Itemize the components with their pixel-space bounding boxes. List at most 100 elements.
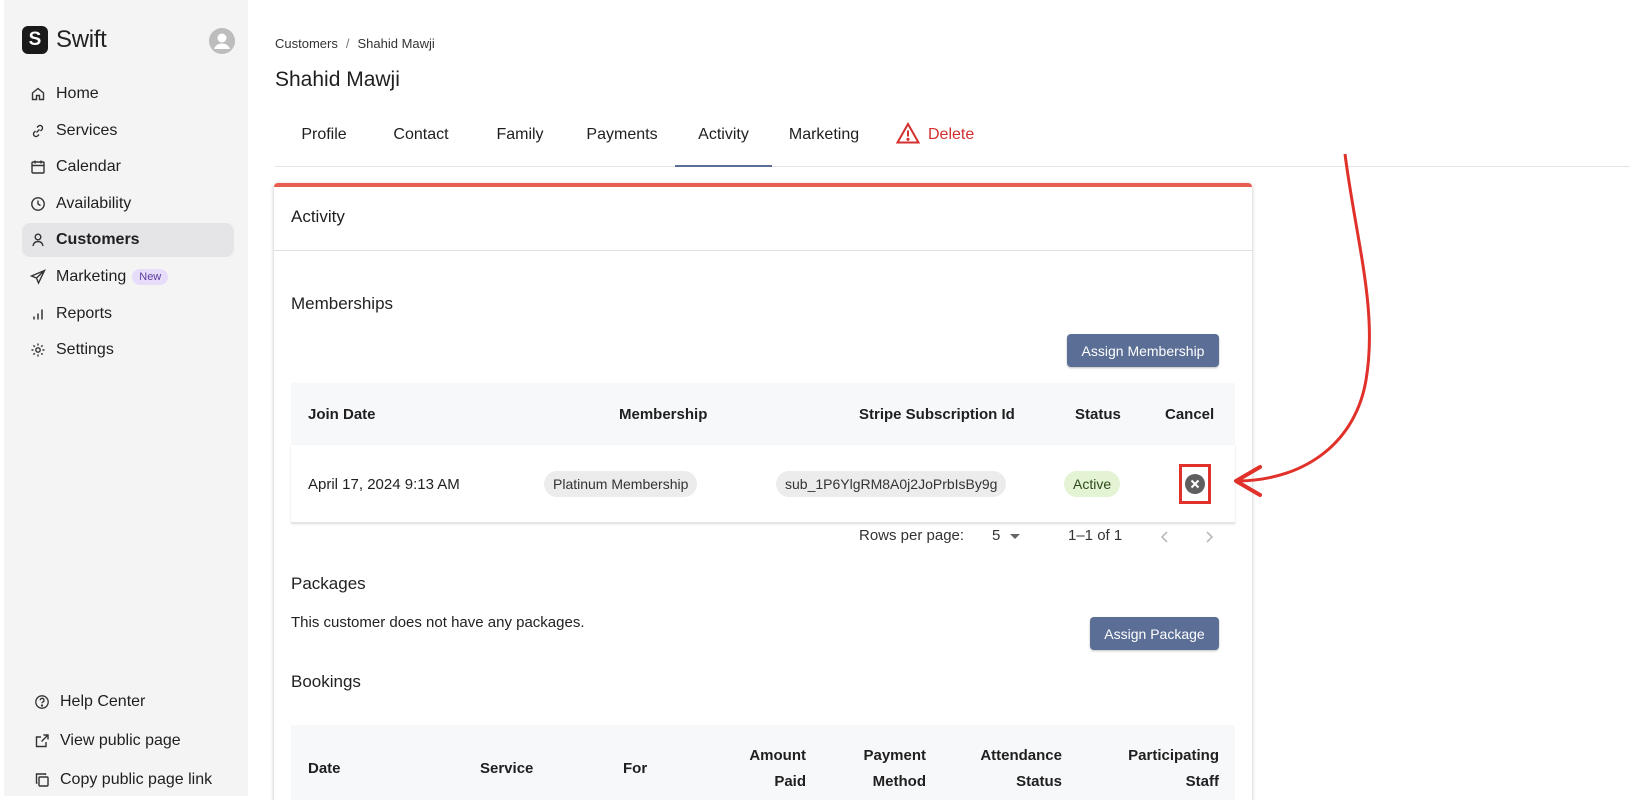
column-header-line: Amount	[749, 747, 806, 764]
sidebar-item-home[interactable]: Home	[22, 77, 234, 111]
home-icon	[30, 86, 46, 102]
column-header-line: Payment	[863, 747, 926, 764]
rows-per-page-select[interactable]: 5	[992, 527, 1022, 544]
external-link-icon	[34, 733, 50, 749]
status-badge: Active	[1064, 471, 1121, 497]
sidebar-item-help-center[interactable]: Help Center	[28, 684, 238, 720]
sidebar-nav: Home Services Calendar Availability Cust…	[22, 77, 234, 370]
column-header-participating-staff[interactable]: Participating Staff	[1091, 743, 1219, 795]
packages-title: Packages	[291, 574, 366, 593]
breadcrumb: Customers / Shahid Mawji	[275, 36, 435, 51]
gear-icon	[30, 342, 46, 358]
assign-membership-button[interactable]: Assign Membership	[1067, 334, 1219, 367]
calendar-icon	[30, 159, 46, 175]
column-header-stripe-id[interactable]: Stripe Subscription Id	[859, 383, 1015, 445]
sidebar-item-customers[interactable]: Customers	[22, 223, 234, 258]
clock-icon	[30, 196, 46, 212]
column-header-membership[interactable]: Membership	[619, 383, 707, 445]
memberships-table: Join Date Membership Stripe Subscription…	[291, 383, 1235, 523]
chevron-left-icon[interactable]	[1158, 529, 1172, 549]
link-icon	[30, 123, 46, 139]
column-header-cancel: Cancel	[1165, 405, 1215, 423]
column-header-line: Attendance	[980, 747, 1062, 764]
rows-per-page-value: 5	[992, 527, 1001, 544]
column-header-payment-method[interactable]: Payment Method	[836, 743, 926, 795]
column-header-line: Status	[1016, 773, 1062, 790]
table-row: April 17, 2024 9:13 AM Platinum Membersh…	[291, 445, 1235, 523]
memberships-title: Memberships	[291, 294, 394, 313]
column-header-for[interactable]: For	[623, 756, 647, 782]
sidebar-item-copy-public-page-link[interactable]: Copy public page link	[28, 762, 238, 798]
column-header-join-date[interactable]: Join Date	[308, 383, 376, 445]
sidebar-item-label: Reports	[56, 304, 113, 322]
tab-delete[interactable]: Delete	[896, 122, 978, 167]
sidebar-item-availability[interactable]: Availability	[22, 187, 234, 221]
sidebar-item-services[interactable]: Services	[22, 114, 234, 148]
sidebar-item-label: Help Center	[60, 693, 146, 710]
column-header-line: Staff	[1185, 773, 1219, 790]
sidebar-item-label: Availability	[56, 194, 132, 212]
sidebar-item-label: Customers	[56, 231, 140, 249]
bar-chart-icon	[30, 306, 46, 322]
sidebar-item-label: Settings	[56, 341, 114, 359]
help-icon	[34, 694, 50, 710]
column-header-line: Method	[872, 773, 926, 790]
sidebar-item-label: Marketing	[56, 267, 127, 285]
copy-icon	[34, 772, 50, 788]
tab-family[interactable]: Family	[496, 122, 544, 167]
page-title: Shahid Mawji	[275, 68, 400, 91]
caret-down-icon	[1010, 533, 1021, 539]
sidebar-item-reports[interactable]: Reports	[22, 297, 234, 331]
tab-activity[interactable]: Activity	[675, 122, 772, 167]
pagination-range: 1–1 of 1	[1068, 527, 1123, 544]
warning-icon	[896, 122, 920, 144]
join-date-cell: April 17, 2024 9:13 AM	[308, 475, 460, 493]
column-header-line: Participating	[1128, 747, 1219, 764]
sidebar-item-label: View public page	[60, 732, 181, 749]
column-header-date[interactable]: Date	[308, 756, 341, 782]
sidebar-bottom-nav: Help Center View public page Copy public…	[28, 684, 238, 800]
tab-contact[interactable]: Contact	[393, 122, 449, 167]
column-header-service[interactable]: Service	[480, 756, 533, 782]
breadcrumb-separator: /	[345, 36, 350, 51]
tab-payments[interactable]: Payments	[586, 122, 658, 167]
brand[interactable]: S Swift	[22, 25, 107, 55]
avatar-icon[interactable]	[209, 28, 235, 54]
stripe-id-chip: sub_1P6YlgRM8A0j2JoPrbIsBy9g	[776, 471, 1007, 497]
person-icon	[30, 232, 46, 248]
membership-chip: Platinum Membership	[544, 471, 698, 497]
assign-package-button[interactable]: Assign Package	[1090, 617, 1219, 650]
card-title: Activity	[274, 187, 1252, 251]
sidebar: S Swift Home Services Calendar Availabil…	[4, 0, 248, 796]
bookings-table-header: Date Service For Amount Paid Payment Met…	[291, 725, 1235, 800]
chevron-right-icon[interactable]	[1202, 529, 1216, 549]
rows-per-page-label: Rows per page:	[859, 527, 965, 544]
brand-name: Swift	[56, 26, 107, 53]
sidebar-item-view-public-page[interactable]: View public page	[28, 723, 238, 759]
column-header-line: Paid	[774, 773, 806, 790]
column-header-status[interactable]: Status	[1075, 383, 1121, 445]
activity-card: Activity Memberships Assign Membership J…	[274, 183, 1252, 800]
packages-empty-text: This customer does not have any packages…	[291, 614, 585, 631]
breadcrumb-parent-link[interactable]: Customers	[275, 36, 338, 51]
brand-logo: S	[22, 26, 48, 54]
send-icon	[30, 269, 46, 285]
column-header-amount-paid[interactable]: Amount Paid	[721, 743, 806, 795]
cancel-membership-button[interactable]	[1179, 464, 1211, 504]
sidebar-item-marketing[interactable]: Marketing New	[22, 260, 234, 294]
new-badge: New	[132, 268, 169, 285]
tab-marketing[interactable]: Marketing	[788, 122, 860, 167]
sidebar-item-label: Calendar	[56, 158, 121, 176]
memberships-table-header: Join Date Membership Stripe Subscription…	[291, 383, 1235, 445]
sidebar-item-calendar[interactable]: Calendar	[22, 150, 234, 184]
tab-delete-label: Delete	[928, 126, 975, 143]
sidebar-item-label: Copy public page link	[60, 771, 213, 788]
sidebar-item-label: Home	[56, 85, 99, 102]
close-circle-icon	[1185, 474, 1205, 494]
sidebar-item-label: Services	[56, 121, 118, 139]
tab-profile[interactable]: Profile	[301, 122, 347, 167]
annotation-arrow	[1234, 153, 1371, 497]
tab-bar: Profile Contact Family Payments Activity…	[275, 122, 1630, 167]
column-header-attendance-status[interactable]: Attendance Status	[951, 743, 1062, 795]
sidebar-item-settings[interactable]: Settings	[22, 333, 234, 367]
